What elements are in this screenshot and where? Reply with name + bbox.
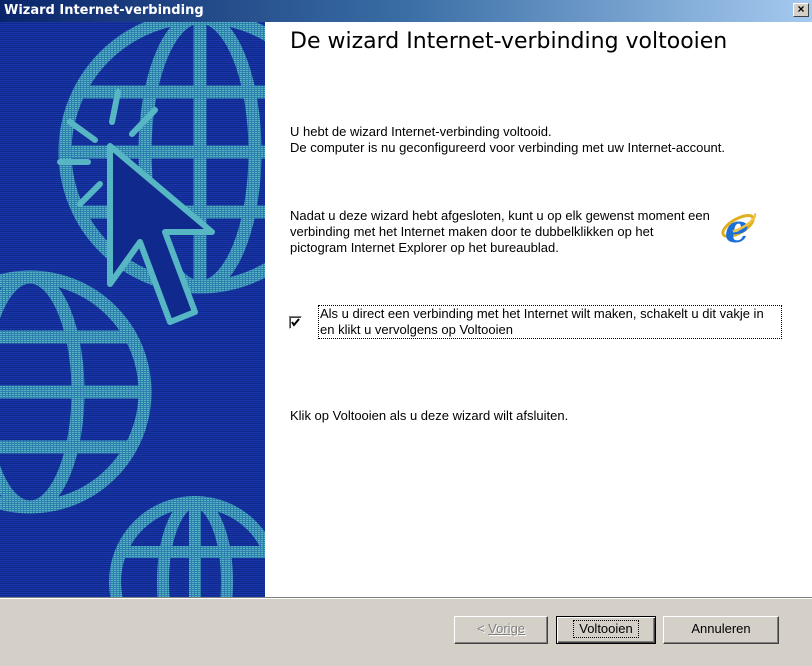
page-title: De wizard Internet-verbinding voltooien [290, 29, 728, 54]
wizard-banner [0, 22, 265, 597]
completion-text: U hebt de wizard Internet-verbinding vol… [290, 124, 760, 156]
close-button[interactable]: × [793, 3, 809, 17]
connect-now-checkbox[interactable] [289, 316, 302, 329]
finish-button[interactable]: Voltooien [556, 616, 656, 644]
wizard-content: De wizard Internet-verbinding voltooien … [265, 22, 812, 597]
connect-now-label[interactable]: Als u direct een verbinding met het Inte… [318, 305, 782, 339]
back-button[interactable]: < Vorige [454, 616, 548, 644]
separator [0, 597, 812, 599]
back-button-label: Vorige [488, 621, 526, 636]
cancel-button-label: Annuleren [691, 621, 751, 636]
finish-hint-text: Klik op Voltooien als u deze wizard wilt… [290, 408, 569, 423]
back-button-arrow: < [476, 621, 489, 636]
instruction-text: Nadat u deze wizard hebt afgesloten, kun… [290, 208, 710, 255]
completion-line-1: U hebt de wizard Internet-verbinding vol… [290, 124, 552, 139]
finish-button-label: Voltooien [573, 620, 639, 638]
checkmark-icon [291, 318, 300, 327]
globe-cursor-illustration [0, 22, 265, 597]
cancel-button[interactable]: Annuleren [663, 616, 779, 644]
internet-explorer-icon: e [721, 209, 756, 249]
completion-line-2: De computer is nu geconfigureerd voor ve… [290, 140, 726, 155]
title-bar[interactable]: Wizard Internet-verbinding × [0, 0, 812, 22]
close-icon: × [797, 2, 805, 16]
wizard-window: Wizard Internet-verbinding × De wizard I… [0, 0, 812, 666]
window-title: Wizard Internet-verbinding [4, 3, 204, 18]
